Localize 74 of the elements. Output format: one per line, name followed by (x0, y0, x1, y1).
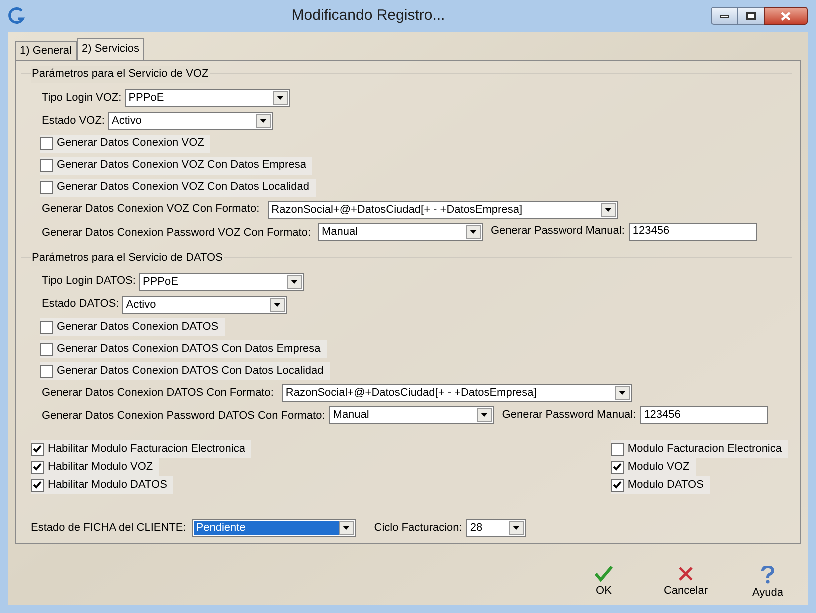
checkbox[interactable] (610, 460, 624, 474)
dropdown-field[interactable]: RazonSocial+@+DatosCiudad[+ - +DatosEmpresa] (268, 200, 618, 218)
checkmark-icon (595, 566, 613, 582)
checkbox-label: Habilitar Modulo DATOS (48, 478, 168, 493)
checkbox-label: Generar Datos Conexion DATOS (57, 320, 219, 335)
checkbox[interactable] (31, 442, 44, 456)
checkbox-label: Habilitar Modulo Facturacion Electronica (48, 442, 246, 457)
dropdown-field[interactable]: PPPoE (124, 89, 290, 107)
field-label: Estado VOZ: (42, 114, 105, 129)
dropdown-value: Activo (110, 114, 143, 128)
checkbox-label: Generar Datos Conexion DATOS Con Datos Empresa (57, 342, 321, 357)
tab[interactable]: 1) General (15, 41, 77, 60)
close-button[interactable] (764, 7, 808, 25)
checkbox-label: Generar Datos Conexion DATOS Con Datos Localidad (57, 364, 324, 379)
dropdown-field[interactable]: PPPoE (138, 272, 304, 290)
checkbox[interactable] (40, 159, 53, 172)
dropdown-field[interactable]: 28 (466, 519, 526, 537)
dropdown-value: PPPoE (128, 91, 166, 105)
field-label: Tipo Login DATOS: (42, 274, 136, 290)
checkbox-label: Modulo VOZ (628, 460, 690, 475)
dropdown-value: PPPoE (142, 274, 180, 288)
field-label: Estado DATOS: (42, 297, 120, 312)
dropdown-field[interactable]: Activo (108, 112, 273, 130)
dropdown-value: RazonSocial+@+DatosCiudad[+ - +DatosEmpresa] (270, 202, 524, 216)
dropdown-value: 28 (469, 521, 484, 535)
field-label: Estado de FICHA del CLIENTE: (31, 520, 186, 536)
checkbox[interactable] (610, 442, 624, 456)
checkbox[interactable] (40, 320, 53, 334)
checkbox-label: Modulo Facturacion Electronica (628, 442, 782, 457)
field-label: Generar Password Manual: (502, 408, 636, 423)
close-icon (678, 566, 694, 582)
close-icon (781, 12, 791, 20)
dialog-button[interactable]: Ayuda (747, 566, 789, 602)
field-label: Generar Datos Conexion VOZ Con Formato: (42, 202, 260, 218)
help-icon (761, 566, 775, 584)
dropdown-field[interactable]: Manual (329, 406, 494, 424)
password-input[interactable]: 123456 (628, 222, 757, 240)
dropdown-value: RazonSocial+@+DatosCiudad[+ - +DatosEmpresa] (284, 386, 538, 400)
field-label: Generar Datos Conexion Password DATOS Con Formato: (42, 410, 326, 422)
checkbox-label: Modulo DATOS (628, 478, 704, 493)
window-title: Modificando Registro... (290, 6, 446, 26)
maximize-button[interactable] (738, 7, 764, 25)
field-label: Generar Datos Conexion Password VOZ Con Formato: (42, 226, 312, 238)
checkbox[interactable] (610, 478, 624, 492)
checkbox[interactable] (31, 460, 44, 474)
dropdown-value: Activo (125, 298, 158, 312)
dialog-button[interactable]: OK (583, 566, 625, 602)
dropdown-value: Pendiente (194, 521, 340, 535)
checkbox[interactable] (40, 137, 53, 150)
app-logo-icon (8, 7, 26, 25)
group-title: Parámetros para el Servicio de VOZ (31, 66, 210, 82)
checkbox-label: Generar Datos Conexion VOZ Con Datos Localidad (57, 180, 310, 196)
tab[interactable]: 2) Servicios (76, 38, 144, 60)
field-label: Tipo Login VOZ: (42, 90, 122, 106)
checkbox[interactable] (40, 364, 53, 378)
checkbox[interactable] (40, 181, 53, 194)
checkbox[interactable] (40, 342, 53, 356)
field-label: Ciclo Facturacion: (374, 520, 462, 536)
group-title: Parámetros para el Servicio de DATOS (31, 250, 224, 266)
dropdown-field[interactable]: Pendiente (192, 519, 356, 537)
checkbox-label: Generar Datos Conexion VOZ (57, 136, 204, 152)
dropdown-field[interactable]: Manual (318, 222, 483, 240)
field-label: Generar Datos Conexion DATOS Con Formato: (42, 386, 274, 401)
password-input[interactable]: 123456 (640, 406, 768, 424)
dropdown-field[interactable]: Activo (122, 296, 288, 314)
checkbox-label: Habilitar Modulo VOZ (48, 460, 154, 475)
minimize-button[interactable] (711, 7, 738, 25)
checkbox-label: Generar Datos Conexion VOZ Con Datos Empresa (57, 158, 306, 174)
dropdown-value: Manual (332, 408, 370, 422)
dialog-button[interactable]: Cancelar (665, 566, 707, 602)
dropdown-value: Manual (321, 224, 360, 238)
field-label: Generar Password Manual: (491, 224, 625, 240)
dropdown-field[interactable]: RazonSocial+@+DatosCiudad[+ - +DatosEmpresa] (282, 384, 632, 402)
checkbox[interactable] (31, 478, 44, 492)
